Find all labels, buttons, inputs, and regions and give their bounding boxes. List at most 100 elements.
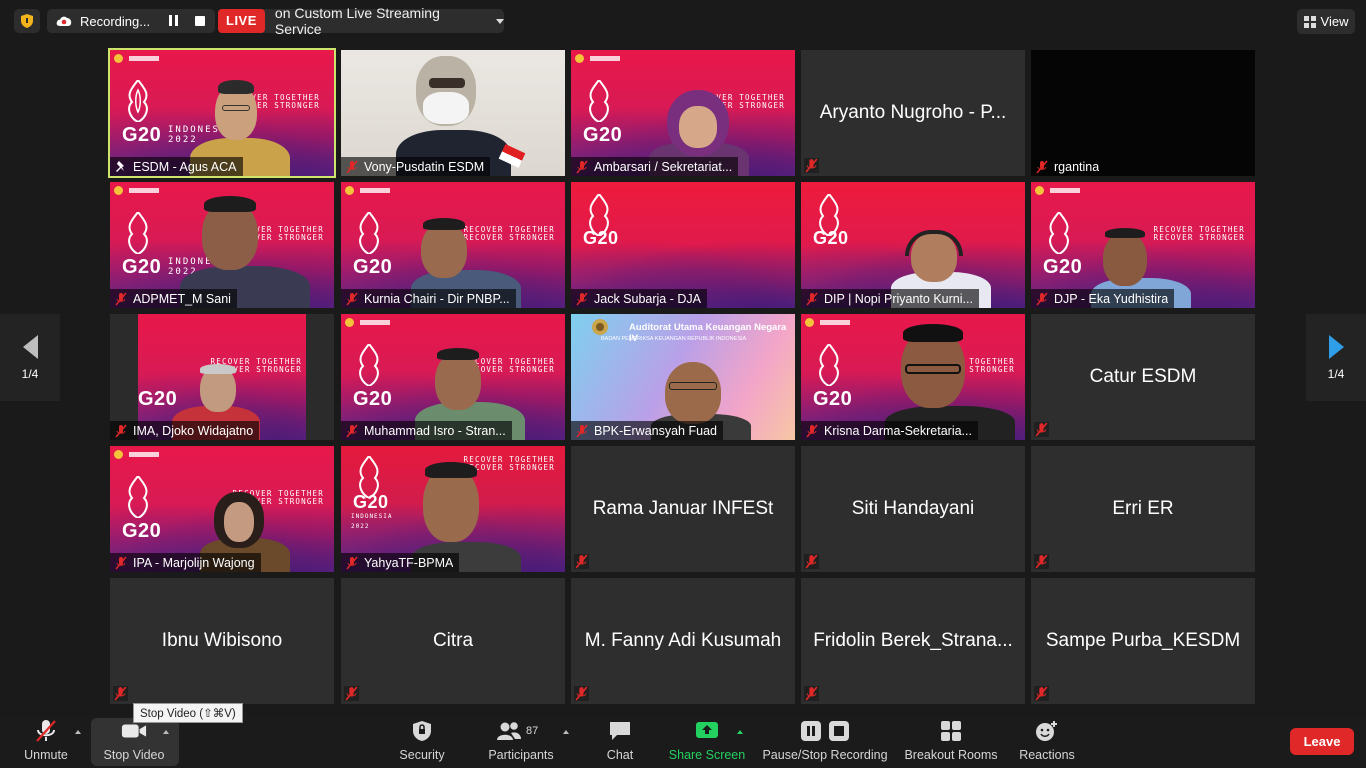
previous-page-button[interactable]: 1/4 [0,314,60,401]
g20-logo-text: G20 [122,256,162,278]
muted-mic-icon [115,556,127,569]
video-tile[interactable]: G20 RECOVER TOGETHER RECOVER STRONGER Kur… [341,182,565,308]
live-stream-indicator[interactable]: LIVE on Custom Live Streaming Service [218,5,504,37]
g20-logo-text: G20 [1043,256,1083,278]
recording-indicator[interactable]: Recording... [47,9,215,33]
view-button[interactable]: View [1297,9,1355,34]
chat-button[interactable]: Chat [599,716,641,768]
video-tile[interactable]: G20 RECOVER TOGETHER RECOVER STRONGER Kri… [801,314,1025,440]
reactions-label: Reactions [1019,748,1075,762]
participant-name-tag: Ambarsari / Sekretariat... [571,157,739,176]
video-tile[interactable]: G20 INDONESIA 2022 RECOVER TOGETHER RECOVE… [341,446,565,572]
participant-name: Aryanto Nugroho - P... [819,102,1007,123]
stop-video-label: Stop Video [103,748,165,762]
participant-tile-no-video[interactable]: Citra [341,578,565,704]
breakout-rooms-button[interactable]: Breakout Rooms [902,716,1000,768]
participant-name: Siti Handayani [851,498,975,519]
arrow-right-icon [1328,334,1344,359]
chat-label: Chat [606,748,634,762]
muted-mic-icon [115,292,127,305]
video-tile[interactable]: G20 RECOVER TOGETHER RECOVER STRONGER DJP… [1031,182,1255,308]
participant-tile-no-video[interactable]: Fridolin Berek_Strana... [801,578,1025,704]
participant-tile-no-video[interactable]: Ibnu Wibisono [110,578,334,704]
g20-emblem-icon [589,80,609,122]
participants-count: 87 [526,725,539,737]
participants-button[interactable]: 87 Participants [484,716,558,768]
recording-label: Recording... [80,13,151,29]
page-indicator: 1/4 [21,366,39,381]
security-shield-icon[interactable] [14,9,40,33]
video-tile[interactable]: rgantina [1031,50,1255,176]
g20-logo-text: G20 [583,228,619,248]
video-tile[interactable]: G20 Jack Subarja - DJA [571,182,795,308]
ministry-logo-icon [345,318,390,327]
chat-bubble-icon [607,719,633,743]
g20-logo-text: G20 [122,124,162,146]
unmute-button[interactable]: Unmute [20,716,72,768]
ministry-logo-icon [575,54,620,63]
slogan: RECOVER TOGETHER RECOVER STRONGER [463,455,555,472]
chevron-down-icon[interactable] [496,18,504,24]
g20-emblem-icon [128,476,148,518]
muted-mic-icon [1036,160,1048,173]
share-screen-icon [694,719,720,743]
share-options-caret-icon[interactable] [737,730,743,734]
participants-icon: 87 [496,719,546,743]
participant-tile-no-video[interactable]: Catur ESDM [1031,314,1255,440]
video-tile[interactable]: Vony-Pusdatin ESDM [341,50,565,176]
muted-mic-icon [346,292,358,305]
video-tile[interactable]: G20 RECOVER TOGETHER RECOVER STRONGER IPA… [110,446,334,572]
participant-tile-no-video[interactable]: Aryanto Nugroho - P... [801,50,1025,176]
video-tile-active-speaker[interactable]: G20 INDONESIA 2022 RECOVER TOGETHER RECOVE… [108,48,336,178]
ministry-logo-icon [114,450,159,459]
pause-stop-recording-button[interactable]: Pause/Stop Recording [760,716,890,768]
share-screen-label: Share Screen [668,748,746,762]
participant-name-tag: Kurnia Chairi - Dir PNBP... [341,289,516,308]
video-tile[interactable]: Auditorat Utama Keuangan Negara IV BADAN… [571,314,795,440]
next-page-button[interactable]: 1/4 [1306,314,1366,401]
participant-name-tag: IMA, Djoko Widajatno [110,421,260,440]
muted-mic-icon [1036,292,1048,305]
participant-tile-no-video[interactable]: Rama Januar INFESt [571,446,795,572]
participant-tile-no-video[interactable]: Erri ER [1031,446,1255,572]
video-tile[interactable]: RECOVER TOGETHER RECOVER STRONGER G20 IMA… [110,314,334,440]
ministry-logo-icon [345,186,390,195]
audio-options-caret-icon[interactable] [75,730,81,734]
muted-mic-icon [806,424,818,437]
security-button[interactable]: Security [394,716,450,768]
participant-name-tag: ESDM - Agus ACA [110,157,243,176]
bpk-subtitle: BADAN PEMERIKSA KEUANGAN REPUBLIK INDONE… [601,336,747,342]
participant-tile-no-video[interactable]: Sampe Purba_KESDM [1031,578,1255,704]
participant-name-tag: Muhammad Isro - Stran... [341,421,512,440]
g20-logo-text: G20 [813,228,849,248]
video-tile[interactable]: G20 RECOVER TOGETHER RECOVER STRONGER Amb… [571,50,795,176]
live-badge: LIVE [218,9,265,33]
participant-name: Sampe Purba_KESDM [1045,630,1241,651]
pause-stop-recording-label: Pause/Stop Recording [762,748,888,762]
participant-name: Citra [432,630,474,651]
participant-name-tag: Jack Subarja - DJA [571,289,707,308]
participant-tile-no-video[interactable]: M. Fanny Adi Kusumah [571,578,795,704]
bpk-emblem-icon [592,319,608,335]
stop-recording-button[interactable] [195,16,205,26]
reactions-button[interactable]: Reactions [1016,716,1078,768]
participant-name-tag: DJP - Eka Yudhistira [1031,289,1175,308]
muted-mic-icon [574,554,589,569]
stop-video-button[interactable]: Stop Video [98,716,170,768]
video-tile[interactable]: G20 RECOVER TOGETHER RECOVER STRONGER Muh… [341,314,565,440]
participants-options-caret-icon[interactable] [563,730,569,734]
video-tile[interactable]: G20 DIP | Nopi Priyanto Kurni... [801,182,1025,308]
participant-tile-no-video[interactable]: Siti Handayani [801,446,1025,572]
video-options-caret-icon[interactable] [163,730,169,734]
video-tile[interactable]: G20 INDONESIA 2022 RECOVER TOGETHER RECOVE… [110,182,334,308]
g20-emblem-icon [1049,212,1069,254]
ministry-logo-icon [114,186,159,195]
ministry-logo-icon [805,318,850,327]
participant-name-tag: ADPMET_M Sani [110,289,237,308]
participant-name-tag: YahyaTF-BPMA [341,553,460,572]
pause-recording-button[interactable] [169,15,181,27]
leave-button[interactable]: Leave [1290,728,1354,755]
share-screen-button[interactable]: Share Screen [666,716,748,768]
participant-name: Fridolin Berek_Strana... [813,630,1013,651]
participant-name-tag: Krisna Darma-Sekretaria... [801,421,978,440]
